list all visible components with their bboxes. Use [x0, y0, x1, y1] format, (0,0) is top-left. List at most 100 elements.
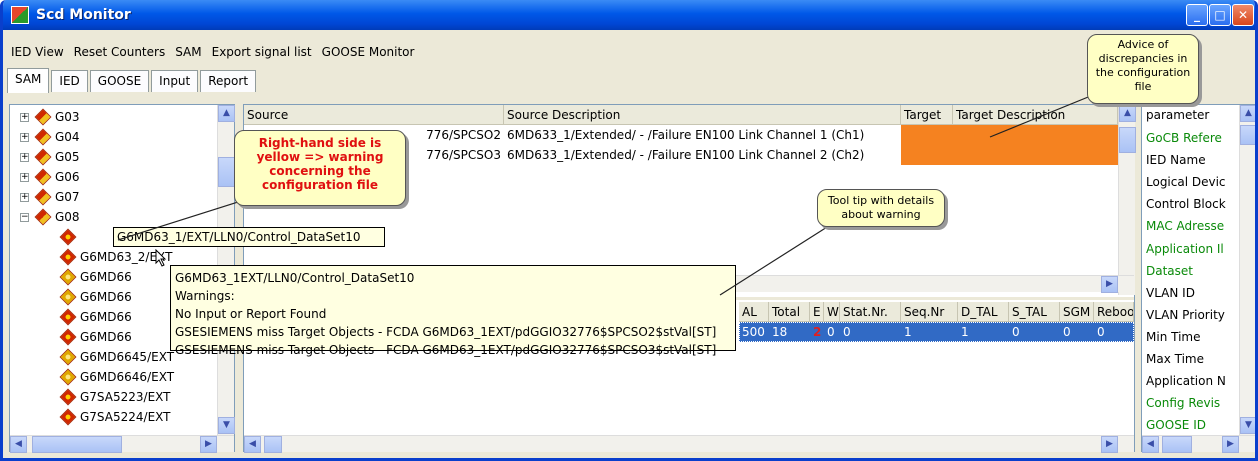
expand-icon[interactable]: +: [20, 112, 29, 122]
col-total[interactable]: Total: [769, 302, 810, 322]
col-e[interactable]: E: [810, 302, 824, 322]
col-s-tal[interactable]: S_TAL: [1009, 302, 1060, 322]
prop-hscrollbar[interactable]: ◀ ▶: [1142, 435, 1255, 453]
tooltip-warnings-label: Warnings:: [175, 289, 235, 303]
ied-error-icon: [59, 328, 77, 346]
scroll-right-icon[interactable]: ▶: [1222, 436, 1239, 453]
expand-icon[interactable]: +: [20, 132, 29, 142]
menu-export-signal-list[interactable]: Export signal list: [212, 41, 312, 63]
cell-description[interactable]: 6MD633_1/Extended/ - /Failure EN100 Link…: [504, 125, 901, 145]
tooltip-line: GSESIEMENS miss Target Objects - FCDA G6…: [175, 343, 717, 357]
ied-group-icon: [34, 188, 52, 206]
scroll-right-icon[interactable]: ▶: [1101, 276, 1118, 293]
tab-report[interactable]: Report: [200, 70, 257, 92]
tree-node-ied[interactable]: [59, 227, 80, 247]
scroll-thumb[interactable]: [1162, 436, 1192, 453]
tree-node-ied[interactable]: G6MD6646/EXT: [59, 367, 174, 387]
scroll-thumb[interactable]: [218, 157, 235, 187]
tree-label: G08: [55, 210, 80, 224]
scroll-down-icon[interactable]: ▼: [218, 417, 235, 434]
ied-warning-icon: [59, 288, 77, 306]
tab-goose[interactable]: GOOSE: [89, 70, 150, 92]
tree-node-g03[interactable]: + G03: [20, 107, 80, 127]
scroll-up-icon[interactable]: ▲: [1240, 105, 1255, 122]
tab-input[interactable]: Input: [151, 70, 199, 92]
close-button[interactable]: ✕: [1232, 4, 1254, 26]
prop-ied-name: IED Name: [1146, 153, 1206, 167]
callout-right-hand-side: Right-hand side is yellow => warning con…: [234, 130, 406, 206]
col-source[interactable]: Source: [244, 105, 504, 125]
tree-node-g05[interactable]: + G05: [20, 147, 80, 167]
tree-label: G7SA5224/EXT: [80, 410, 171, 424]
scroll-left-icon[interactable]: ◀: [244, 436, 261, 453]
col-seq-nr[interactable]: Seq.Nr: [901, 302, 958, 322]
tree-node-ied[interactable]: G6MD66: [59, 307, 132, 327]
scroll-right-icon[interactable]: ▶: [1101, 436, 1118, 453]
tree-hscrollbar[interactable]: ◀ ▶: [10, 435, 234, 453]
tree-label: G6MD66: [80, 290, 132, 304]
tree-node-ied[interactable]: G6MD66: [59, 287, 132, 307]
app-icon: [11, 6, 29, 24]
lower-hscrollbar[interactable]: ◀ ▶: [244, 435, 1134, 453]
scroll-down-icon[interactable]: ▼: [1240, 417, 1255, 434]
col-stat-nr[interactable]: Stat.Nr.: [840, 302, 901, 322]
cell-s-tal: 0: [1012, 325, 1020, 339]
col-reboot[interactable]: Reboo: [1094, 302, 1134, 322]
col-target-description[interactable]: Target Description: [953, 105, 1118, 125]
tab-ied[interactable]: IED: [51, 70, 88, 92]
scroll-left-icon[interactable]: ◀: [10, 436, 27, 453]
tree-label: G6MD6645/EXT: [80, 350, 175, 364]
tree-label: G6MD66: [80, 270, 132, 284]
scroll-right-icon[interactable]: ▶: [200, 436, 217, 453]
scroll-thumb[interactable]: [1240, 125, 1255, 145]
expand-icon[interactable]: +: [20, 172, 29, 182]
scroll-thumb[interactable]: [32, 436, 122, 453]
menu-ied-view[interactable]: IED View: [11, 41, 64, 63]
menu-goose-monitor[interactable]: GOOSE Monitor: [322, 41, 415, 63]
col-sgm[interactable]: SGM: [1060, 302, 1094, 322]
tree-node-ied[interactable]: G6MD6645/EXT: [59, 347, 175, 367]
col-d-tal[interactable]: D_TAL: [958, 302, 1009, 322]
scroll-thumb[interactable]: [264, 436, 282, 453]
scroll-up-icon[interactable]: ▲: [1119, 105, 1136, 122]
col-w[interactable]: W: [824, 302, 840, 322]
warning-tooltip: G6MD63_1EXT/LLN0/Control_DataSet10 Warni…: [170, 265, 736, 357]
col-target[interactable]: Target: [901, 105, 953, 125]
tree-label: G03: [55, 110, 80, 124]
ied-error-icon: [59, 228, 77, 246]
cell-stat-nr: 0: [843, 325, 851, 339]
title-bar[interactable]: Scd Monitor _ □ ✕: [3, 0, 1255, 30]
menu-reset-counters[interactable]: Reset Counters: [74, 41, 166, 63]
upper-vscrollbar[interactable]: ▲: [1118, 105, 1136, 295]
tree-label: G05: [55, 150, 80, 164]
expand-icon[interactable]: +: [20, 192, 29, 202]
tree-node-ied[interactable]: G7SA5223/EXT: [59, 387, 171, 407]
ied-error-icon: [59, 408, 77, 426]
menu-sam[interactable]: SAM: [175, 41, 201, 63]
tree-node-g08[interactable]: − G08: [20, 207, 80, 227]
tree-node-g04[interactable]: + G04: [20, 127, 80, 147]
col-al[interactable]: AL: [739, 302, 769, 322]
callout-tooltip-note: Tool tip with details about warning: [817, 189, 945, 227]
tree-node-ied[interactable]: G6MD66: [59, 327, 132, 347]
scroll-up-icon[interactable]: ▲: [218, 105, 235, 122]
expand-icon[interactable]: +: [20, 152, 29, 162]
tree-node-g06[interactable]: + G06: [20, 167, 80, 187]
maximize-button[interactable]: □: [1209, 4, 1231, 26]
tree-node-g07[interactable]: + G07: [20, 187, 80, 207]
prop-mac-address: MAC Adresse: [1146, 219, 1225, 233]
tree-node-ied[interactable]: G7SA5224/EXT: [59, 407, 171, 427]
minimize-button[interactable]: _: [1186, 4, 1208, 26]
prop-vlan-id: VLAN ID: [1146, 286, 1195, 300]
col-source-description[interactable]: Source Description: [504, 105, 901, 125]
tree-node-ied[interactable]: G6MD66: [59, 267, 132, 287]
scroll-thumb[interactable]: [1119, 127, 1136, 153]
warning-target-cells[interactable]: [901, 125, 1118, 165]
prop-vscrollbar[interactable]: ▲ ▼: [1239, 105, 1255, 435]
cell-description[interactable]: 6MD633_1/Extended/ - /Failure EN100 Link…: [504, 145, 901, 165]
tab-sam[interactable]: SAM: [7, 68, 50, 93]
scroll-left-icon[interactable]: ◀: [1142, 436, 1159, 453]
callout-advice: Advice of discrepancies in the configura…: [1087, 34, 1199, 104]
collapse-icon[interactable]: −: [20, 212, 29, 222]
ied-group-icon: [34, 208, 52, 226]
